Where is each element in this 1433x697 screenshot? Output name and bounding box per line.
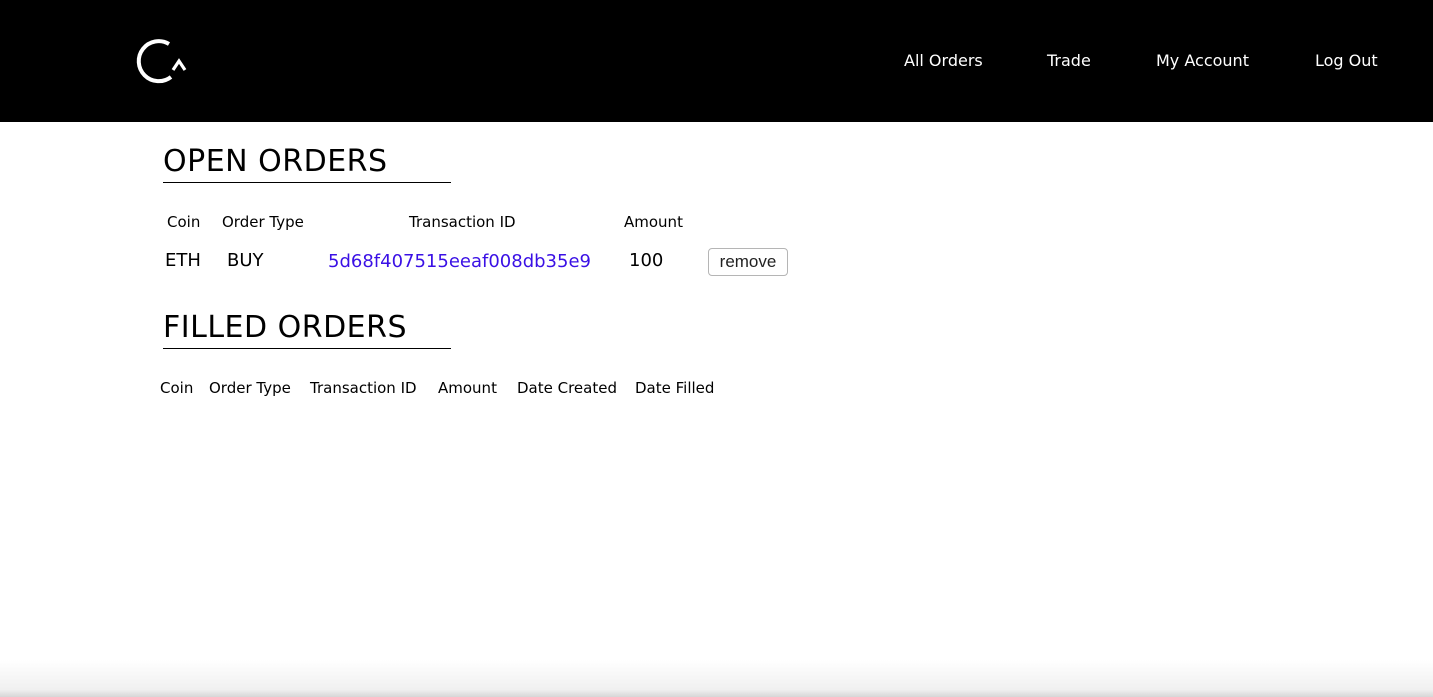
- filled-orders-header-date-created: Date Created: [517, 379, 617, 397]
- bottom-edge-shadow: [0, 660, 1433, 697]
- circle-arrow-logo-icon[interactable]: [133, 35, 187, 87]
- nav-all-orders[interactable]: All Orders: [904, 50, 983, 72]
- nav-log-out[interactable]: Log Out: [1315, 50, 1378, 72]
- filled-orders-header-transaction-id: Transaction ID: [310, 379, 417, 397]
- open-orders-divider: [163, 182, 451, 183]
- filled-orders-header-amount: Amount: [438, 379, 497, 397]
- order-coin: ETH: [165, 250, 201, 271]
- nav-trade[interactable]: Trade: [1047, 50, 1091, 72]
- open-orders-header-order-type: Order Type: [222, 213, 304, 231]
- filled-orders-title: FILLED ORDERS: [163, 310, 408, 345]
- filled-orders-divider: [163, 348, 451, 349]
- filled-orders-header-date-filled: Date Filled: [635, 379, 715, 397]
- top-header: All Orders Trade My Account Log Out: [0, 0, 1433, 122]
- nav-my-account[interactable]: My Account: [1156, 50, 1249, 72]
- open-orders-header-coin: Coin: [167, 213, 201, 231]
- open-orders-title: OPEN ORDERS: [163, 144, 388, 179]
- filled-orders-header-coin: Coin: [160, 379, 194, 397]
- order-type: BUY: [227, 250, 264, 271]
- filled-orders-header-order-type: Order Type: [209, 379, 291, 397]
- remove-order-button[interactable]: remove: [708, 248, 788, 276]
- open-orders-header-transaction-id: Transaction ID: [409, 213, 516, 231]
- order-amount: 100: [629, 250, 664, 271]
- transaction-id-link[interactable]: 5d68f407515eeaf008db35e9: [328, 250, 591, 274]
- open-orders-header-amount: Amount: [624, 213, 683, 231]
